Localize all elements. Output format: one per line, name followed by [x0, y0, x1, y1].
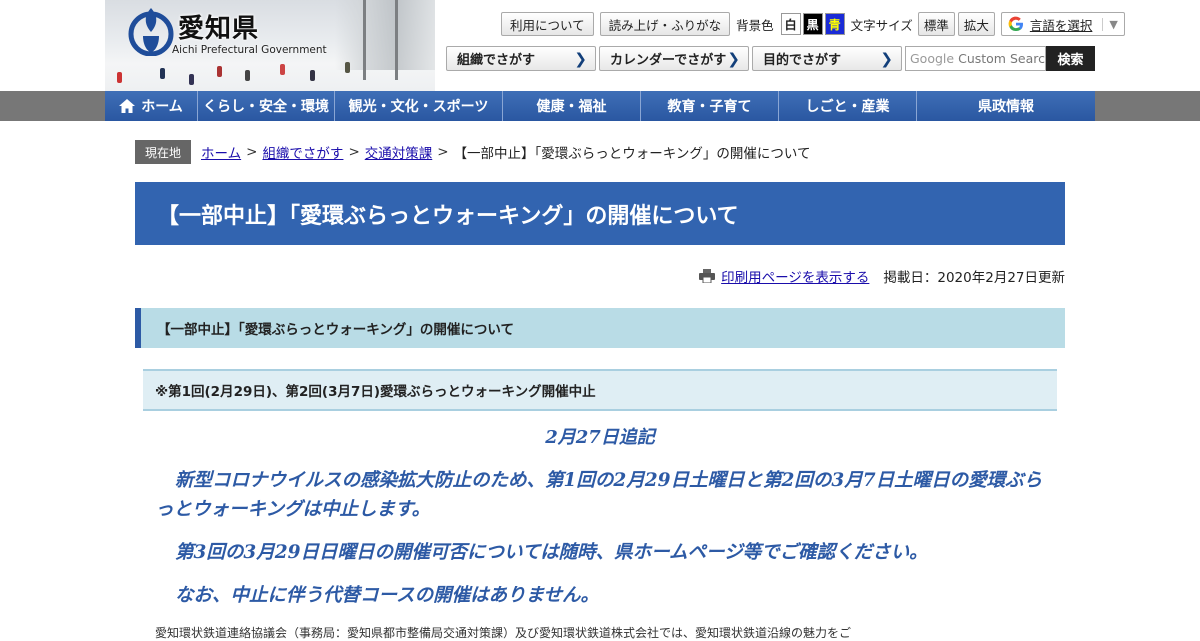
chevron-right-icon: ❯ — [574, 50, 587, 68]
notice-paragraph-2: 第3回の3月29日日曜日の開催可否については随時、県ホームページ等でご確認くださ… — [175, 542, 928, 563]
breadcrumb-current: 【一部中止】「愛環ぶらっとウォーキング」の開催について — [453, 146, 811, 162]
search-placeholder: Custom Search — [958, 51, 1046, 66]
notice-paragraph-1: 新型コロナウイルスの感染拡大防止のため、第1回の2月29日土曜日と第2回の3月7… — [155, 470, 1043, 520]
site-search-input[interactable]: Google Custom Search — [905, 46, 1046, 71]
google-watermark: Google — [910, 51, 955, 66]
breadcrumb-dept-link[interactable]: 交通対策課 — [365, 142, 433, 162]
intro-paragraph: 愛知環状鉄道連絡協議会（事務局：愛知県都市整備局交通対策課）及び愛知環状鉄道株式… — [155, 626, 852, 640]
breadcrumb-org-link[interactable]: 組織でさがす — [262, 142, 343, 162]
language-select-label: 言語を選択 — [1029, 17, 1093, 33]
bg-black-button[interactable]: 黒 — [802, 13, 823, 35]
breadcrumb-home-link[interactable]: ホーム — [201, 142, 241, 162]
nav-health[interactable]: 健康・福祉 — [503, 91, 641, 121]
read-aloud-button[interactable]: 読み上げ・ふりがな — [599, 12, 731, 36]
nav-education[interactable]: 教育・子育て — [641, 91, 779, 121]
search-by-purpose-button[interactable]: 目的でさがす ❯ — [752, 46, 902, 71]
bg-white-button[interactable]: 白 — [780, 13, 801, 35]
nav-government[interactable]: 県政情報 — [917, 91, 1095, 121]
search-by-calendar-label: カレンダーでさがす — [610, 53, 727, 68]
addendum-date: 2月27日追記 — [545, 427, 655, 448]
home-icon — [119, 99, 136, 113]
search-by-org-button[interactable]: 組織でさがす ❯ — [446, 46, 596, 71]
breadcrumb-separator: > — [437, 144, 449, 160]
breadcrumb-separator: > — [348, 144, 360, 160]
search-button[interactable]: 検索 — [1046, 46, 1095, 71]
nav-home[interactable]: ホーム — [105, 91, 198, 121]
language-select[interactable]: 言語を選択 ▼ — [1000, 12, 1125, 36]
page-title: 【一部中止】「愛環ぶらっとウォーキング」の開催について — [135, 182, 1065, 245]
print-page-link[interactable]: 印刷用ページを表示する — [699, 266, 869, 286]
nav-living[interactable]: くらし・安全・環境 — [198, 91, 335, 121]
print-page-label: 印刷用ページを表示する — [721, 270, 870, 286]
page-meta: 印刷用ページを表示する 掲載日：2020年2月27日更新 — [699, 266, 1065, 286]
nav-home-label: ホーム — [141, 99, 183, 115]
font-size-label: 文字サイズ — [850, 17, 913, 33]
section-heading: 【一部中止】「愛環ぶらっとウォーキング」の開催について — [135, 308, 1065, 348]
google-g-icon — [1008, 16, 1023, 32]
posted-date: 掲載日：2020年2月27日更新 — [883, 270, 1065, 286]
nav-tourism[interactable]: 観光・文化・スポーツ — [335, 91, 503, 121]
usage-button[interactable]: 利用について — [501, 12, 594, 36]
prefecture-emblem-icon[interactable] — [128, 6, 174, 56]
breadcrumb-label: 現在地 — [135, 140, 192, 164]
font-normal-button[interactable]: 標準 — [917, 12, 955, 36]
utility-links: 利用について 読み上げ・ふりがな 背景色 白 黒 青 文字サイズ 標準 拡大 言… — [501, 12, 1125, 36]
bg-color-label: 背景色 — [736, 17, 774, 33]
site-logo-english: Aichi Prefectural Government — [172, 44, 327, 56]
search-by-org-label: 組織でさがす — [457, 53, 536, 68]
search-by-purpose-label: 目的でさがす — [763, 53, 842, 68]
site-header: 愛知県 Aichi Prefectural Government 利用について … — [0, 0, 1200, 91]
nav-work[interactable]: しごと・産業 — [779, 91, 917, 121]
site-logo-japanese[interactable]: 愛知県 — [178, 8, 259, 45]
subsection-heading: ※第1回(2月29日)、第2回(3月7日)愛環ぶらっとウォーキング開催中止 — [143, 369, 1057, 411]
breadcrumb: 現在地 ホーム > 組織でさがす > 交通対策課 > 【一部中止】「愛環ぶらっと… — [135, 140, 811, 164]
font-large-button[interactable]: 拡大 — [957, 12, 995, 36]
printer-icon — [699, 269, 716, 283]
notice-paragraph-3: なお、中止に伴う代替コースの開催はありません。 — [175, 585, 600, 606]
bg-blue-button[interactable]: 青 — [824, 13, 845, 35]
global-nav: ホーム くらし・安全・環境 観光・文化・スポーツ 健康・福祉 教育・子育て しご… — [105, 91, 1095, 121]
chevron-right-icon: ❯ — [727, 50, 740, 68]
breadcrumb-separator: > — [246, 144, 258, 160]
search-by-calendar-button[interactable]: カレンダーでさがす ❯ — [599, 46, 749, 71]
chevron-right-icon: ❯ — [880, 50, 893, 68]
chevron-down-icon: ▼ — [1102, 17, 1118, 31]
